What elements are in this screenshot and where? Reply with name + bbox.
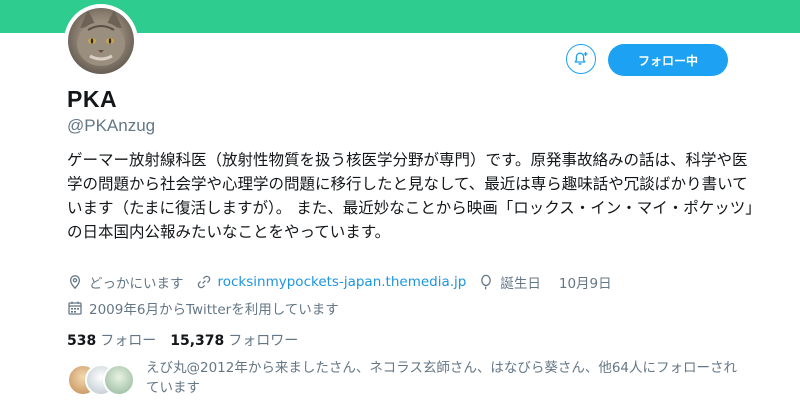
birthday-label: 誕生日 [500,276,541,292]
profile-meta-row: どっかにいます rocksinmypockets-japan.themedia.… [67,272,624,292]
website-link[interactable]: rocksinmypockets-japan.themedia.jp [218,274,467,290]
location: どっかにいます [67,272,184,292]
follow-stats: 538 フォロー 15,378 フォロワー [67,330,312,350]
following-button[interactable]: フォロー中 [608,44,728,76]
followers-count-link[interactable]: 15,378 フォロワー [170,330,312,350]
followers-count: 15,378 [170,333,225,349]
followed-by-text[interactable]: えび丸@2012年から来ましたさん、ネコラス玄師さん、はなびら葵さん、他64人に… [146,358,746,398]
username-handle: @PKAnzug [67,116,156,135]
cat-photo [77,10,125,66]
profile-bio: ゲーマー放射線科医（放射性物質を扱う核医学分野が専門）です。原発事故絡みの話は、… [67,151,754,241]
followers-label: フォロワー [228,333,299,349]
location-text: どっかにいます [89,276,184,292]
balloon-icon [478,274,494,290]
website[interactable]: rocksinmypockets-japan.themedia.jp [196,274,467,290]
following-count-link[interactable]: 538 フォロー [67,330,170,350]
following-button-label: フォロー中 [637,53,698,68]
display-name: PKA [67,86,118,112]
calendar-icon [67,300,83,316]
link-icon [196,274,212,290]
followed-by-avatars[interactable] [67,364,135,396]
bell-plus-icon [574,52,588,65]
notifications-button[interactable] [566,44,596,74]
follower-avatar[interactable] [103,364,135,396]
join-date-text: 2009年6月からTwitterを利用しています [89,302,339,318]
joined-row: 2009年6月からTwitterを利用しています [67,298,351,318]
location-pin-icon [67,274,83,290]
join-date: 2009年6月からTwitterを利用しています [67,298,339,318]
avatar[interactable] [68,8,134,74]
following-label: フォロー [100,333,157,349]
birthday-value: 10月9日 [558,276,612,292]
birthday: 誕生日 10月9日 [478,272,612,292]
following-count: 538 [67,333,97,349]
